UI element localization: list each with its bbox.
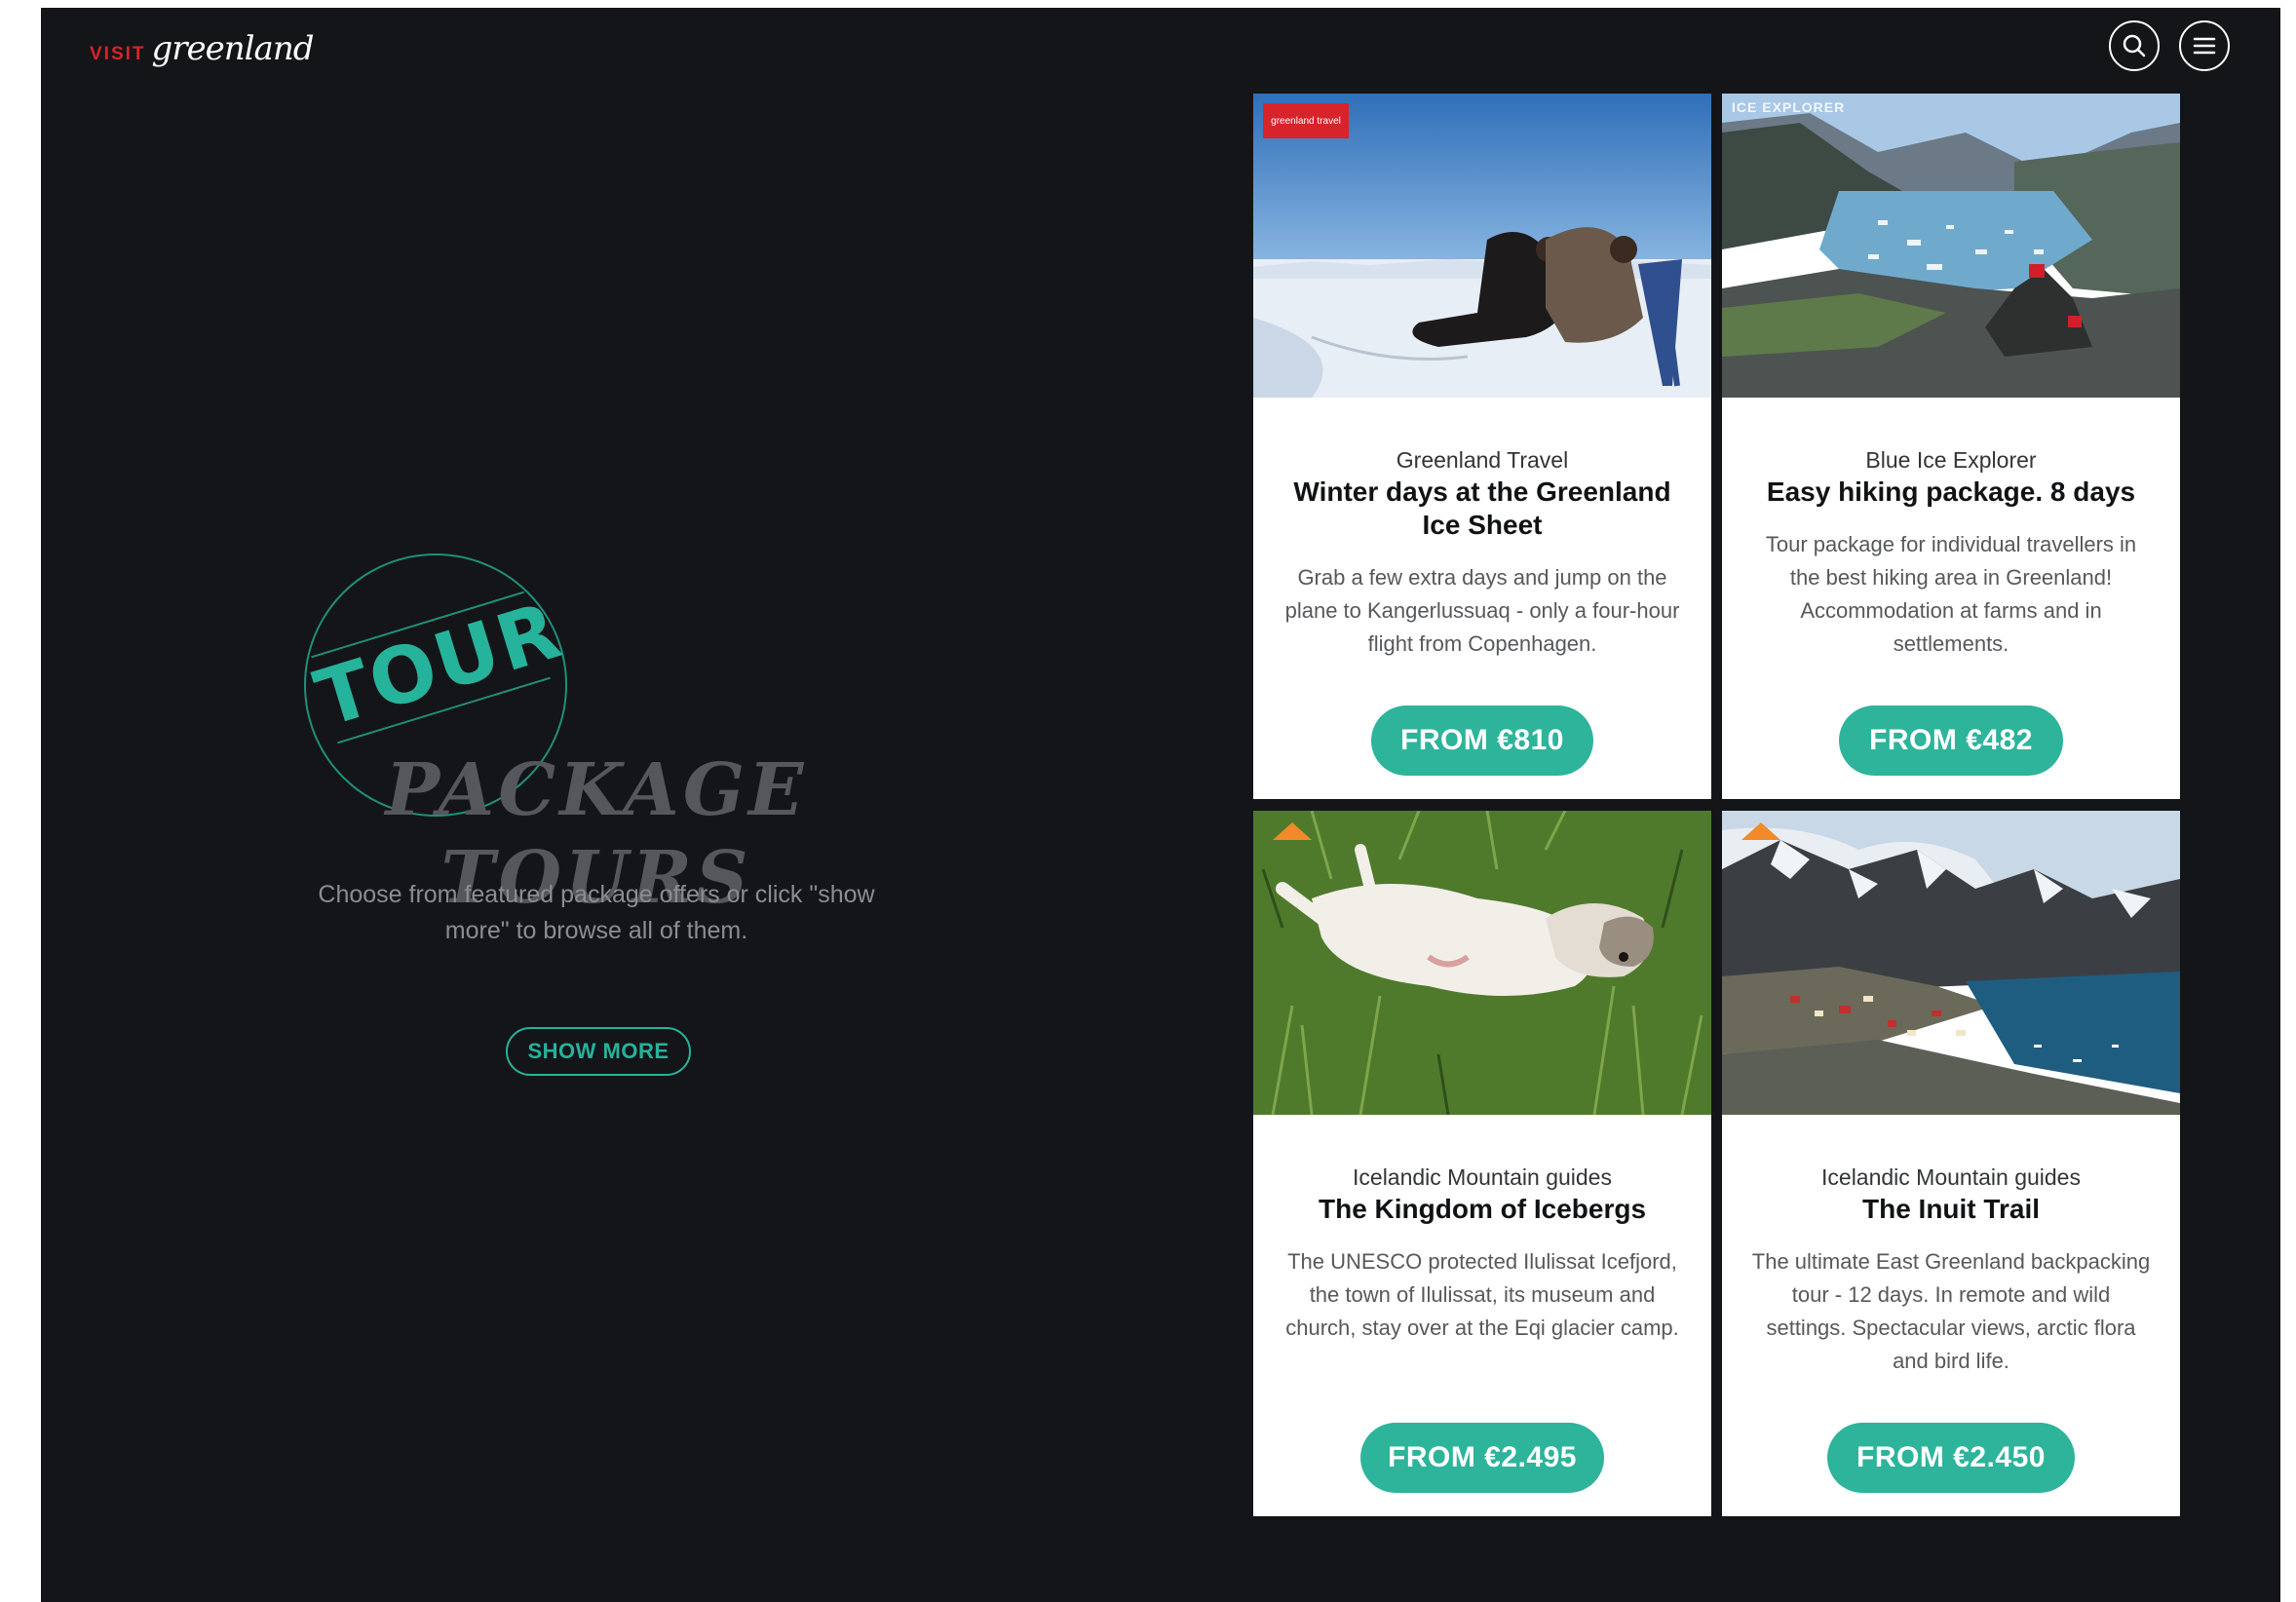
card-title: Winter days at the Greenland Ice Sheet xyxy=(1293,477,1671,540)
card-provider: Greenland Travel xyxy=(1396,447,1569,473)
card-image-photo xyxy=(1722,94,2180,398)
card-description: Grab a few extra days and jump on the pl… xyxy=(1284,565,1680,656)
hamburger-menu-icon xyxy=(2193,37,2216,55)
card-title: The Inuit Trail xyxy=(1861,1194,2040,1224)
card-image[interactable]: ICE EXPLORER xyxy=(1722,94,2180,398)
card-body: Icelandic Mountain guides The Inuit Trai… xyxy=(1722,1115,2180,1516)
hero-section: TOUR PACKAGE TOURS Choose from featured … xyxy=(216,534,976,1099)
price-button[interactable]: FROM €810 xyxy=(1371,706,1593,776)
menu-button[interactable] xyxy=(2179,20,2230,71)
tour-card[interactable]: ICE EXPLORER Blue Ice Explorer Easy hiki… xyxy=(1722,94,2180,799)
hero-description: Choose from featured package offers or c… xyxy=(318,881,875,944)
search-button[interactable] xyxy=(2109,20,2160,71)
page: VISIT greenland TOUR PACKAGE TOURS Choos… xyxy=(41,8,2280,1602)
price-button[interactable]: FROM €2.495 xyxy=(1360,1423,1604,1493)
site-logo[interactable]: VISIT greenland xyxy=(90,29,315,68)
card-provider: Icelandic Mountain guides xyxy=(1353,1164,1612,1190)
card-description: The ultimate East Greenland backpacking … xyxy=(1751,1249,2151,1373)
card-provider: Icelandic Mountain guides xyxy=(1821,1164,2081,1190)
provider-logo-badge: greenland travel xyxy=(1263,103,1349,138)
card-image-photo xyxy=(1722,811,2180,1115)
card-image-photo xyxy=(1253,811,1711,1115)
price-button[interactable]: FROM €2.450 xyxy=(1827,1423,2075,1493)
card-title: The Kingdom of Icebergs xyxy=(1318,1194,1647,1224)
card-description: The UNESCO protected Ilulissat Icefjord,… xyxy=(1285,1249,1679,1340)
price-button[interactable]: FROM €482 xyxy=(1839,706,2063,776)
logo-greenland-text: greenland xyxy=(151,29,315,68)
card-title: Easy hiking package. 8 days xyxy=(1766,477,2136,507)
card-provider: Blue Ice Explorer xyxy=(1865,447,2037,473)
card-body: Greenland Travel Winter days at the Gree… xyxy=(1253,398,1711,799)
card-image[interactable]: greenland travel xyxy=(1253,94,1711,398)
card-body: Blue Ice Explorer Easy hiking package. 8… xyxy=(1722,398,2180,799)
card-image[interactable] xyxy=(1722,811,2180,1115)
tour-card[interactable]: greenland travel Greenland Travel Winter… xyxy=(1253,94,1711,799)
show-more-button[interactable]: SHOW MORE xyxy=(506,1027,691,1076)
card-description: Tour package for individual travellers i… xyxy=(1765,532,2137,656)
tour-card[interactable]: Icelandic Mountain guides The Inuit Trai… xyxy=(1722,811,2180,1516)
search-icon xyxy=(2123,34,2146,57)
provider-watermark: ICE EXPLORER xyxy=(1732,99,1846,115)
card-body: Icelandic Mountain guides The Kingdom of… xyxy=(1253,1115,1711,1516)
card-image-photo xyxy=(1253,94,1711,398)
card-image[interactable] xyxy=(1253,811,1711,1115)
tour-card[interactable]: Icelandic Mountain guides The Kingdom of… xyxy=(1253,811,1711,1516)
logo-visit-text: VISIT xyxy=(90,44,146,64)
